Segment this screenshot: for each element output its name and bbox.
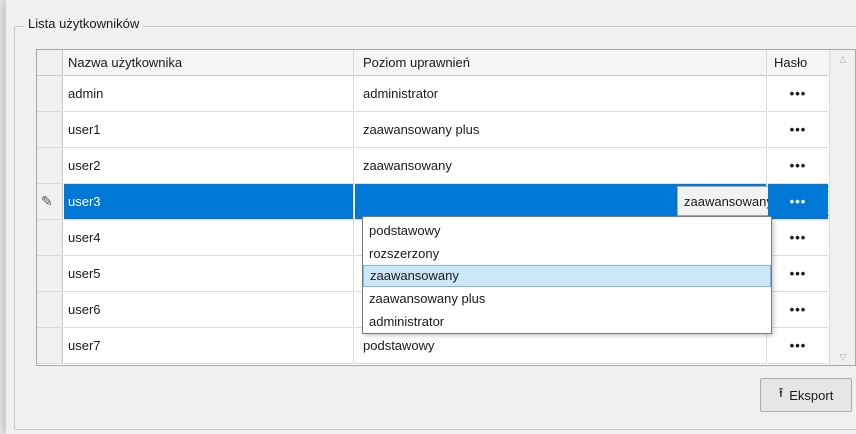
password-cell[interactable]: •••: [768, 76, 828, 112]
export-button[interactable]: ⭱ Eksport: [760, 378, 852, 412]
dropdown-option[interactable]: zaawansowany plus: [363, 287, 771, 310]
row-header[interactable]: [37, 76, 63, 112]
table-row[interactable]: admin administrator •••: [37, 76, 855, 112]
password-cell[interactable]: •••: [768, 184, 828, 220]
export-button-label: Eksport: [789, 387, 834, 403]
password-cell[interactable]: •••: [768, 220, 828, 256]
row-header[interactable]: [37, 256, 63, 292]
username-cell[interactable]: user2: [64, 148, 354, 184]
scroll-down-arrow-icon[interactable]: ▽: [830, 352, 855, 363]
password-cell[interactable]: •••: [768, 328, 828, 364]
vertical-scrollbar[interactable]: △ ▽: [829, 50, 855, 365]
user-list-window: Lista użytkowników Nazwa użytkownika Poz…: [6, 0, 856, 434]
dropdown-option[interactable]: rozszerzony: [363, 242, 771, 265]
column-header-permission-level[interactable]: Poziom uprawnień: [355, 50, 767, 76]
pencil-edit-icon: ✎: [41, 193, 53, 209]
username-cell[interactable]: admin: [64, 76, 354, 112]
row-header-corner: [37, 50, 63, 76]
username-cell[interactable]: user5: [64, 256, 354, 292]
permission-level-dropdown-list[interactable]: podstawowy rozszerzony zaawansowany zaaw…: [362, 216, 772, 334]
permission-level-cell[interactable]: zaawansowany: [355, 148, 767, 184]
username-cell[interactable]: user3: [64, 184, 354, 220]
permission-level-cell[interactable]: zaawansowany ⌵: [355, 184, 855, 220]
dropdown-option[interactable]: administrator: [363, 310, 771, 333]
column-header-password[interactable]: Hasło: [768, 50, 828, 76]
password-cell[interactable]: •••: [768, 292, 828, 328]
username-cell[interactable]: user6: [64, 292, 354, 328]
password-cell[interactable]: •••: [768, 148, 828, 184]
row-header-editing[interactable]: ✎: [37, 184, 63, 220]
column-header-username[interactable]: Nazwa użytkownika: [64, 50, 354, 76]
scroll-up-arrow-icon[interactable]: △: [830, 54, 855, 65]
row-header[interactable]: [37, 292, 63, 328]
row-header[interactable]: [37, 328, 63, 364]
password-cell[interactable]: •••: [768, 256, 828, 292]
permission-level-cell[interactable]: zaawansowany plus: [355, 112, 767, 148]
dropdown-option-highlighted[interactable]: zaawansowany: [363, 264, 771, 288]
table-row[interactable]: user1 zaawansowany plus •••: [37, 112, 855, 148]
export-icon: ⭱: [778, 385, 784, 400]
permission-level-cell[interactable]: administrator: [355, 76, 767, 112]
combobox-selected-value: zaawansowany: [684, 193, 773, 209]
password-cell[interactable]: •••: [768, 112, 828, 148]
row-header[interactable]: [37, 220, 63, 256]
username-cell[interactable]: user1: [64, 112, 354, 148]
groupbox-title: Lista użytkowników: [24, 16, 144, 31]
row-header[interactable]: [37, 112, 63, 148]
dropdown-option[interactable]: podstawowy: [363, 219, 771, 242]
table-header: Nazwa użytkownika Poziom uprawnień Hasło: [37, 50, 855, 76]
username-cell[interactable]: user7: [64, 328, 354, 364]
table-row[interactable]: user2 zaawansowany •••: [37, 148, 855, 184]
table-row-selected[interactable]: ✎ user3 zaawansowany ⌵ •••: [37, 184, 855, 220]
username-cell[interactable]: user4: [64, 220, 354, 256]
row-header[interactable]: [37, 148, 63, 184]
